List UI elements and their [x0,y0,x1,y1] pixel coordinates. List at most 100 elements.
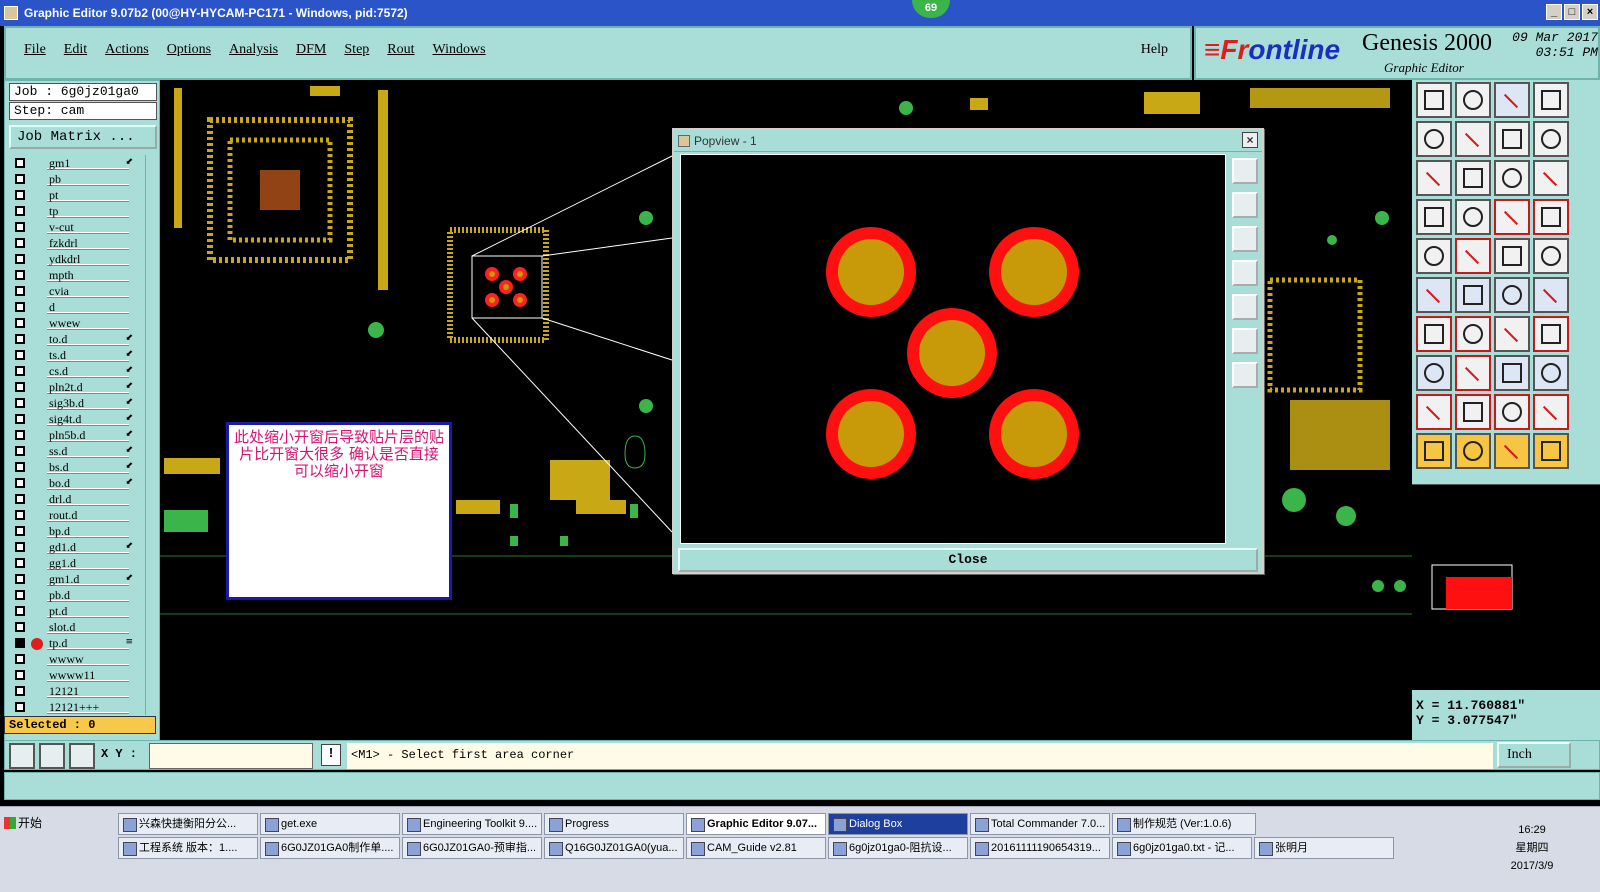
layer-row[interactable]: 12121+++ [11,699,143,715]
tool-button-icon[interactable] [1455,238,1491,274]
layer-name[interactable]: pln5b.d [47,428,129,442]
layer-name[interactable]: wwww [47,652,129,666]
layer-row[interactable]: bo.d ⬋ [11,475,143,491]
tool-button-icon[interactable] [1533,238,1569,274]
tool-button-icon[interactable] [1494,355,1530,391]
layer-name[interactable]: 12121 [47,684,129,698]
layer-row[interactable]: v-cut [11,219,143,235]
layer-row[interactable]: ydkdrl [11,251,143,267]
tool-button-icon[interactable] [1494,238,1530,274]
menu-options[interactable]: Options [167,42,211,58]
popview-close-icon[interactable]: × [1242,132,1258,148]
layer-name[interactable]: pb [47,172,129,186]
layer-name[interactable]: sig4t.d [47,412,129,426]
layer-checkbox[interactable] [15,254,25,264]
popview-canvas[interactable] [680,154,1226,544]
layer-checkbox[interactable] [15,430,25,440]
tool-button-icon[interactable] [1494,121,1530,157]
layer-row[interactable]: slot.d [11,619,143,635]
menu-edit[interactable]: Edit [64,42,87,58]
layer-name[interactable]: v-cut [47,220,129,234]
layer-row[interactable]: fzkdrl [11,235,143,251]
layer-checkbox[interactable] [15,446,25,456]
zoom-out-icon[interactable] [1232,362,1258,388]
measure-icon[interactable] [9,743,35,769]
pan-right-icon[interactable] [1232,294,1258,320]
layer-name[interactable]: cs.d [47,364,129,378]
layer-row[interactable]: drl.d [11,491,143,507]
layer-checkbox[interactable] [15,510,25,520]
tool-button-icon[interactable] [1533,433,1569,469]
tool-button-icon[interactable] [1533,316,1569,352]
menu-dfm[interactable]: DFM [296,42,326,58]
layer-row[interactable]: d [11,299,143,315]
taskbar-item[interactable]: CAM_Guide v2.81 [686,837,826,859]
taskbar-item[interactable]: Progress [544,813,684,835]
layer-row[interactable]: gg1.d [11,555,143,571]
taskbar-item[interactable]: 6g0jz01ga0.txt - 记... [1112,837,1252,859]
tool-button-icon[interactable] [1416,433,1452,469]
layer-checkbox[interactable] [15,414,25,424]
layer-row[interactable]: pln5b.d ⬋ [11,427,143,443]
menu-file[interactable]: File [24,42,46,58]
layer-row[interactable]: cs.d ⬋ [11,363,143,379]
layer-name[interactable]: tp.d [47,636,129,650]
layer-name[interactable]: wwww11 [47,668,129,682]
layer-name[interactable]: bo.d [47,476,129,490]
clock[interactable]: 16:29 星期四 2017/3/9 [1502,821,1562,875]
layer-name[interactable]: pt.d [47,604,129,618]
layer-row[interactable]: pb.d [11,587,143,603]
layer-checkbox[interactable] [15,318,25,328]
layer-checkbox[interactable] [15,302,25,312]
layer-name[interactable]: bs.d [47,460,129,474]
layer-checkbox[interactable] [15,478,25,488]
menu-analysis[interactable]: Analysis [229,42,278,58]
minimize-button[interactable]: _ [1546,4,1562,20]
layer-checkbox[interactable] [15,174,25,184]
layer-row[interactable]: wwww11 [11,667,143,683]
layer-row[interactable]: pln2t.d ⬋ [11,379,143,395]
tool-button-icon[interactable] [1533,277,1569,313]
tool-button-icon[interactable] [1533,160,1569,196]
start-button[interactable]: 开始 [2,813,50,833]
layer-row[interactable]: sig3b.d ⬋ [11,395,143,411]
layer-row[interactable]: sig4t.d ⬋ [11,411,143,427]
layer-row[interactable]: rout.d [11,507,143,523]
layer-checkbox[interactable] [15,366,25,376]
layer-scrollbar[interactable] [145,155,157,715]
layer-checkbox[interactable] [15,286,25,296]
tool-button-icon[interactable] [1533,82,1569,118]
layer-checkbox[interactable] [15,158,25,168]
layer-checkbox[interactable] [15,222,25,232]
tool-button-icon[interactable] [1416,82,1452,118]
taskbar-item[interactable]: 兴森快捷衡阳分公... [118,813,258,835]
layer-row[interactable]: 12121 [11,683,143,699]
tool-button-icon[interactable] [1533,355,1569,391]
maximize-button[interactable]: □ [1564,4,1580,20]
taskbar-item[interactable]: Dialog Box [828,813,968,835]
layer-name[interactable]: gm1.d [47,572,129,586]
layer-checkbox[interactable] [15,654,25,664]
menu-step[interactable]: Step [344,42,369,58]
layer-row[interactable]: pt.d [11,603,143,619]
layer-row[interactable]: bs.d ⬋ [11,459,143,475]
tool-button-icon[interactable] [1455,316,1491,352]
layer-name[interactable]: ts.d [47,348,129,362]
taskbar-item[interactable]: Graphic Editor 9.07... [686,813,826,835]
close-window-button[interactable]: × [1582,4,1598,20]
tool-button-icon[interactable] [1416,355,1452,391]
layer-row[interactable]: tp [11,203,143,219]
tool-button-icon[interactable] [1455,82,1491,118]
tool-button-icon[interactable] [1533,199,1569,235]
layer-name[interactable]: pb.d [47,588,129,602]
layer-checkbox[interactable] [15,638,25,648]
tool-button-icon[interactable] [1494,394,1530,430]
layer-checkbox[interactable] [15,238,25,248]
taskbar-item[interactable]: Total Commander 7.0... [970,813,1110,835]
tool-button-icon[interactable] [1494,199,1530,235]
layer-name[interactable]: gg1.d [47,556,129,570]
layer-name[interactable]: bp.d [47,524,129,538]
job-matrix-button[interactable]: Job Matrix ... [9,125,157,149]
layer-name[interactable]: mpth [47,268,129,282]
tool-button-icon[interactable] [1455,394,1491,430]
